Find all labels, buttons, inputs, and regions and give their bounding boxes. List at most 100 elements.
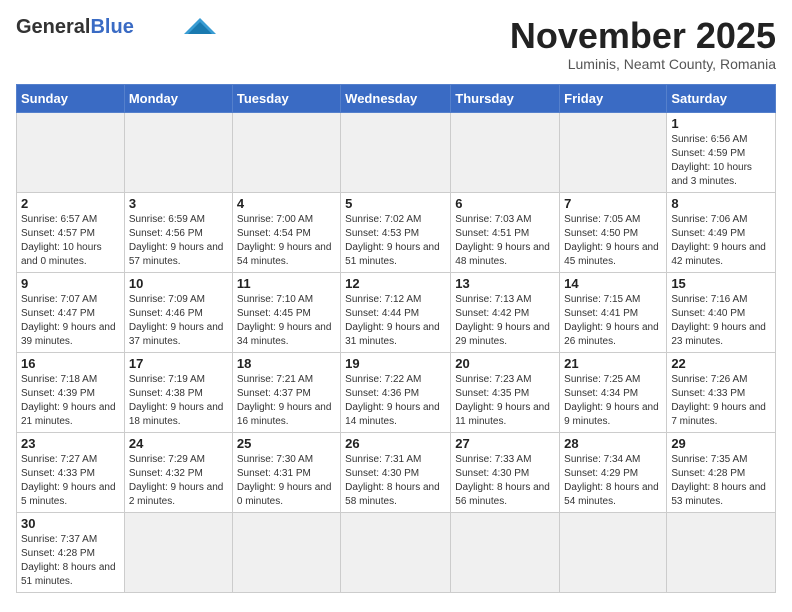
day-number: 20 — [455, 356, 555, 371]
day-number: 18 — [237, 356, 336, 371]
calendar-week-row: 2 Sunrise: 6:57 AM Sunset: 4:57 PM Daylig… — [17, 192, 776, 272]
calendar-cell: 2 Sunrise: 6:57 AM Sunset: 4:57 PM Daylig… — [17, 192, 125, 272]
day-info: Sunrise: 7:35 AM Sunset: 4:28 PM Dayligh… — [671, 453, 771, 509]
day-number: 24 — [129, 436, 228, 451]
calendar-cell: 12Sunrise: 7:12 AM Sunset: 4:44 PM Dayli… — [341, 272, 451, 352]
calendar-cell: 19 Sunrise: 7:22 AM Sunset: 4:36 PM Dayli… — [341, 352, 451, 432]
day-info: Sunrise: 7:23 AM Sunset: 4:35 PM Dayligh… — [455, 373, 555, 429]
logo-icon — [182, 16, 218, 38]
day-number: 27 — [455, 436, 555, 451]
day-number: 10 — [129, 276, 228, 291]
day-info: Sunrise: 7:18 AM Sunset: 4:39 PM Dayligh… — [21, 373, 120, 429]
day-info: Sunrise: 7:29 AM Sunset: 4:32 PM Dayligh… — [129, 453, 228, 509]
weekday-header-sunday: Sunday — [17, 84, 125, 112]
day-number: 15 — [671, 276, 771, 291]
day-info: Sunrise: 7:26 AM Sunset: 4:33 PM Dayligh… — [671, 373, 771, 429]
calendar-cell: 30 Sunrise: 7:37 AM Sunset: 4:28 PM Dayli… — [17, 512, 125, 592]
calendar-cell — [451, 112, 560, 192]
calendar-cell — [124, 512, 232, 592]
day-number: 3 — [129, 196, 228, 211]
weekday-header-row: SundayMondayTuesdayWednesdayThursdayFrid… — [17, 84, 776, 112]
calendar-cell — [667, 512, 776, 592]
weekday-header-saturday: Saturday — [667, 84, 776, 112]
calendar-cell: 24 Sunrise: 7:29 AM Sunset: 4:32 PM Dayli… — [124, 432, 232, 512]
day-number: 9 — [21, 276, 120, 291]
calendar-cell: 27Sunrise: 7:33 AM Sunset: 4:30 PM Dayli… — [451, 432, 560, 512]
calendar-cell: 8Sunrise: 7:06 AM Sunset: 4:49 PM Daylig… — [667, 192, 776, 272]
day-info: Sunrise: 7:31 AM Sunset: 4:30 PM Dayligh… — [345, 453, 446, 509]
day-number: 1 — [671, 116, 771, 131]
day-info: Sunrise: 7:37 AM Sunset: 4:28 PM Dayligh… — [21, 533, 120, 589]
day-info: Sunrise: 6:57 AM Sunset: 4:57 PM Dayligh… — [21, 213, 120, 269]
logo: GeneralBlue — [16, 16, 218, 38]
weekday-header-wednesday: Wednesday — [341, 84, 451, 112]
day-info: Sunrise: 7:22 AM Sunset: 4:36 PM Dayligh… — [345, 373, 446, 429]
day-number: 22 — [671, 356, 771, 371]
calendar-cell: 25 Sunrise: 7:30 AM Sunset: 4:31 PM Dayli… — [232, 432, 340, 512]
day-info: Sunrise: 7:03 AM Sunset: 4:51 PM Dayligh… — [455, 213, 555, 269]
calendar-cell: 28 Sunrise: 7:34 AM Sunset: 4:29 PM Dayli… — [560, 432, 667, 512]
calendar-cell — [451, 512, 560, 592]
calendar-week-row: 23 Sunrise: 7:27 AM Sunset: 4:33 PM Dayli… — [17, 432, 776, 512]
calendar-cell: 17 Sunrise: 7:19 AM Sunset: 4:38 PM Dayli… — [124, 352, 232, 432]
day-number: 28 — [564, 436, 662, 451]
day-number: 26 — [345, 436, 446, 451]
logo-text: GeneralBlue — [16, 16, 134, 38]
calendar-cell: 14Sunrise: 7:15 AM Sunset: 4:41 PM Dayli… — [560, 272, 667, 352]
calendar-cell: 20 Sunrise: 7:23 AM Sunset: 4:35 PM Dayli… — [451, 352, 560, 432]
weekday-header-friday: Friday — [560, 84, 667, 112]
calendar-cell: 13Sunrise: 7:13 AM Sunset: 4:42 PM Dayli… — [451, 272, 560, 352]
calendar-cell — [232, 112, 340, 192]
day-info: Sunrise: 7:21 AM Sunset: 4:37 PM Dayligh… — [237, 373, 336, 429]
day-number: 29 — [671, 436, 771, 451]
day-number: 16 — [21, 356, 120, 371]
weekday-header-thursday: Thursday — [451, 84, 560, 112]
calendar-cell: 3 Sunrise: 6:59 AM Sunset: 4:56 PM Daylig… — [124, 192, 232, 272]
day-info: Sunrise: 7:16 AM Sunset: 4:40 PM Dayligh… — [671, 293, 771, 349]
day-info: Sunrise: 7:05 AM Sunset: 4:50 PM Dayligh… — [564, 213, 662, 269]
calendar-week-row: 30 Sunrise: 7:37 AM Sunset: 4:28 PM Dayli… — [17, 512, 776, 592]
weekday-header-tuesday: Tuesday — [232, 84, 340, 112]
day-info: Sunrise: 6:59 AM Sunset: 4:56 PM Dayligh… — [129, 213, 228, 269]
calendar-cell: 9 Sunrise: 7:07 AM Sunset: 4:47 PM Daylig… — [17, 272, 125, 352]
calendar-cell: 10 Sunrise: 7:09 AM Sunset: 4:46 PM Dayli… — [124, 272, 232, 352]
calendar-cell: 21Sunrise: 7:25 AM Sunset: 4:34 PM Dayli… — [560, 352, 667, 432]
day-info: Sunrise: 7:06 AM Sunset: 4:49 PM Dayligh… — [671, 213, 771, 269]
calendar-cell: 1Sunrise: 6:56 AM Sunset: 4:59 PM Daylig… — [667, 112, 776, 192]
day-number: 12 — [345, 276, 446, 291]
day-number: 19 — [345, 356, 446, 371]
day-number: 23 — [21, 436, 120, 451]
day-info: Sunrise: 7:34 AM Sunset: 4:29 PM Dayligh… — [564, 453, 662, 509]
weekday-header-monday: Monday — [124, 84, 232, 112]
day-number: 25 — [237, 436, 336, 451]
calendar-cell: 22 Sunrise: 7:26 AM Sunset: 4:33 PM Dayli… — [667, 352, 776, 432]
location-subtitle: Luminis, Neamt County, Romania — [510, 56, 776, 72]
day-info: Sunrise: 7:25 AM Sunset: 4:34 PM Dayligh… — [564, 373, 662, 429]
calendar-cell — [341, 112, 451, 192]
day-info: Sunrise: 7:07 AM Sunset: 4:47 PM Dayligh… — [21, 293, 120, 349]
day-number: 30 — [21, 516, 120, 531]
calendar-cell: 23 Sunrise: 7:27 AM Sunset: 4:33 PM Dayli… — [17, 432, 125, 512]
day-info: Sunrise: 7:19 AM Sunset: 4:38 PM Dayligh… — [129, 373, 228, 429]
calendar: SundayMondayTuesdayWednesdayThursdayFrid… — [16, 84, 776, 593]
day-number: 17 — [129, 356, 228, 371]
calendar-cell: 15 Sunrise: 7:16 AM Sunset: 4:40 PM Dayli… — [667, 272, 776, 352]
day-info: Sunrise: 7:10 AM Sunset: 4:45 PM Dayligh… — [237, 293, 336, 349]
calendar-cell: 29 Sunrise: 7:35 AM Sunset: 4:28 PM Dayli… — [667, 432, 776, 512]
calendar-cell: 5Sunrise: 7:02 AM Sunset: 4:53 PM Daylig… — [341, 192, 451, 272]
calendar-cell: 7 Sunrise: 7:05 AM Sunset: 4:50 PM Daylig… — [560, 192, 667, 272]
calendar-week-row: 1Sunrise: 6:56 AM Sunset: 4:59 PM Daylig… — [17, 112, 776, 192]
calendar-cell — [17, 112, 125, 192]
day-number: 7 — [564, 196, 662, 211]
day-info: Sunrise: 7:27 AM Sunset: 4:33 PM Dayligh… — [21, 453, 120, 509]
day-info: Sunrise: 7:00 AM Sunset: 4:54 PM Dayligh… — [237, 213, 336, 269]
calendar-cell — [341, 512, 451, 592]
day-number: 6 — [455, 196, 555, 211]
day-info: Sunrise: 7:30 AM Sunset: 4:31 PM Dayligh… — [237, 453, 336, 509]
day-number: 5 — [345, 196, 446, 211]
day-info: Sunrise: 7:09 AM Sunset: 4:46 PM Dayligh… — [129, 293, 228, 349]
calendar-cell — [560, 112, 667, 192]
header: GeneralBlue November 2025 Luminis, Neamt… — [16, 16, 776, 72]
month-title: November 2025 — [510, 16, 776, 56]
day-number: 2 — [21, 196, 120, 211]
